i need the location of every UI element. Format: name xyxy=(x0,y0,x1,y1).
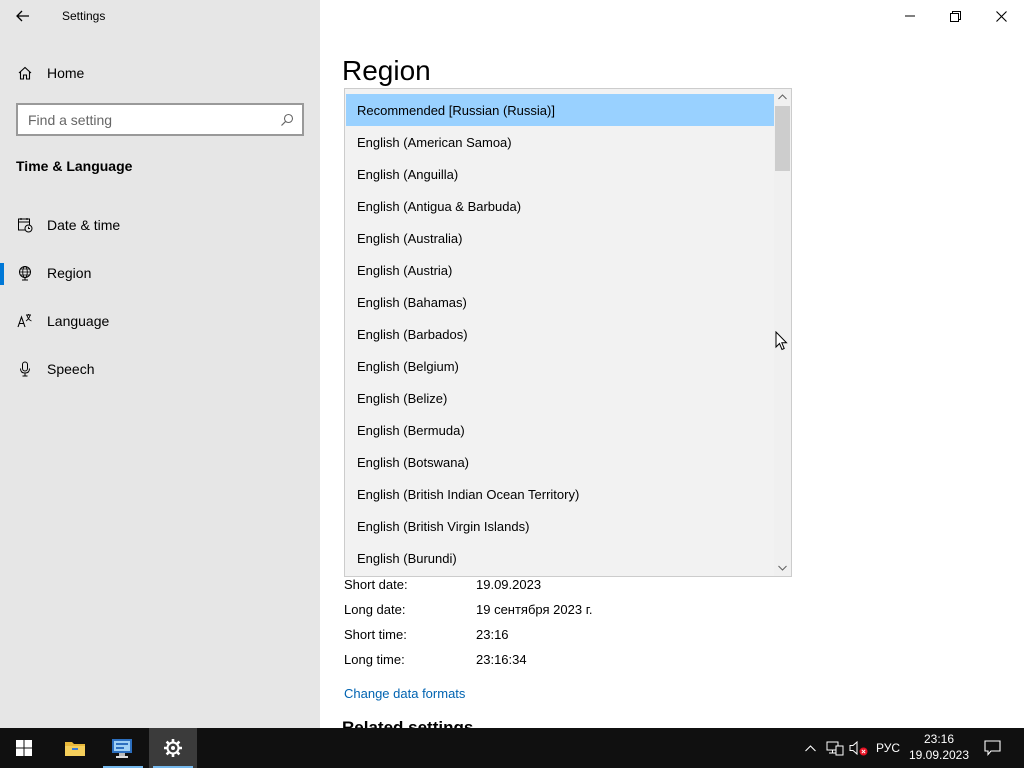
clock-date: 19.09.2023 xyxy=(908,748,970,762)
start-button[interactable] xyxy=(0,728,48,768)
gear-icon xyxy=(164,739,182,757)
long-date-label: Long date: xyxy=(344,602,406,617)
network-icon xyxy=(826,741,844,756)
language-icon xyxy=(0,313,47,329)
back-button[interactable] xyxy=(0,0,46,32)
clock-time: 23:16 xyxy=(923,732,955,746)
search-icon[interactable] xyxy=(272,113,302,127)
dropdown-option[interactable]: English (Burundi) xyxy=(346,542,775,574)
short-time-value: 23:16 xyxy=(476,627,509,642)
dropdown-option[interactable]: English (American Samoa) xyxy=(346,126,775,158)
dropdown-option[interactable]: English (Botswana) xyxy=(346,446,775,478)
globe-icon xyxy=(0,265,47,281)
section-title: Time & Language xyxy=(16,158,133,174)
search-box[interactable] xyxy=(16,103,304,136)
nav-home-label: Home xyxy=(47,65,85,81)
long-time-value: 23:16:34 xyxy=(476,652,527,667)
navigation-pane: Settings Home Time & Language Date & tim… xyxy=(0,0,320,728)
page-title: Region xyxy=(342,55,431,86)
mouse-pointer-icon xyxy=(775,331,788,351)
restore-icon xyxy=(949,10,961,22)
windows-logo-icon xyxy=(16,740,32,756)
volume-button[interactable] xyxy=(848,728,870,768)
folder-icon xyxy=(65,742,85,756)
microphone-icon xyxy=(0,361,47,377)
calendar-clock-icon xyxy=(0,217,47,233)
restore-button[interactable] xyxy=(932,0,978,32)
scroll-up-button[interactable] xyxy=(774,89,791,105)
settings-taskbar-button[interactable] xyxy=(149,728,197,768)
region-dropdown-list[interactable]: Recommended [Russian (Russia)] English (… xyxy=(344,88,792,577)
sidebar-item-label: Language xyxy=(47,313,110,329)
long-time-label: Long time: xyxy=(344,652,405,667)
change-data-formats-link[interactable]: Change data formats xyxy=(344,686,465,701)
sidebar-item-label: Date & time xyxy=(47,217,121,233)
short-time-label: Short time: xyxy=(344,627,407,642)
chevron-up-icon xyxy=(778,94,787,100)
scroll-down-button[interactable] xyxy=(774,560,791,576)
notification-icon xyxy=(983,740,1001,756)
search-input[interactable] xyxy=(28,111,272,128)
short-date-value: 19.09.2023 xyxy=(476,577,542,592)
sidebar-item-language[interactable]: Language xyxy=(0,301,320,341)
server-manager-icon xyxy=(112,739,132,758)
input-language-indicator[interactable]: РУС xyxy=(872,728,904,768)
file-explorer-button[interactable] xyxy=(51,728,99,768)
sidebar-item-label: Region xyxy=(47,265,92,281)
sidebar-item-date-time[interactable]: Date & time xyxy=(0,205,320,245)
dropdown-option[interactable]: English (Bermuda) xyxy=(346,414,775,446)
minimize-icon xyxy=(905,15,915,17)
dropdown-option[interactable]: English (Bahamas) xyxy=(346,286,775,318)
show-hidden-icons-button[interactable] xyxy=(802,728,818,768)
server-manager-button[interactable] xyxy=(99,728,147,768)
dropdown-option[interactable]: English (Austria) xyxy=(346,254,775,286)
close-button[interactable] xyxy=(978,0,1024,32)
sidebar-item-label: Speech xyxy=(47,361,95,377)
home-icon xyxy=(0,65,47,81)
close-icon xyxy=(995,10,1007,22)
long-date-value: 19 сентября 2023 г. xyxy=(476,602,593,617)
dropdown-option[interactable]: English (Belize) xyxy=(346,382,775,414)
dropdown-option[interactable]: English (Belgium) xyxy=(346,350,775,382)
chevron-up-icon xyxy=(804,744,816,751)
sidebar-item-region[interactable]: Region xyxy=(0,253,320,293)
scroll-thumb[interactable] xyxy=(775,106,790,171)
dropdown-option[interactable]: English (British Virgin Islands) xyxy=(346,510,775,542)
dropdown-option[interactable]: English (Australia) xyxy=(346,222,775,254)
action-center-button[interactable] xyxy=(980,728,1004,768)
dropdown-option[interactable]: English (Barbados) xyxy=(346,318,775,350)
volume-muted-icon xyxy=(849,740,868,756)
dropdown-option[interactable]: Recommended [Russian (Russia)] xyxy=(346,94,775,126)
back-arrow-icon xyxy=(16,10,29,22)
nav-home[interactable]: Home xyxy=(0,56,320,90)
dropdown-option[interactable]: English (British Indian Ocean Territory) xyxy=(346,478,775,510)
chevron-down-icon xyxy=(778,565,787,571)
clock[interactable]: 23:16 19.09.2023 xyxy=(904,731,974,763)
short-date-label: Short date: xyxy=(344,577,408,592)
app-title: Settings xyxy=(62,9,106,23)
dropdown-option[interactable]: English (Antigua & Barbuda) xyxy=(346,190,775,222)
taskbar: РУС 23:16 19.09.2023 xyxy=(0,728,1024,768)
network-button[interactable] xyxy=(824,728,846,768)
related-settings-heading: Related settings xyxy=(342,718,474,728)
dropdown-option[interactable]: English (Anguilla) xyxy=(346,158,775,190)
minimize-button[interactable] xyxy=(887,0,933,32)
sidebar-item-speech[interactable]: Speech xyxy=(0,349,320,389)
